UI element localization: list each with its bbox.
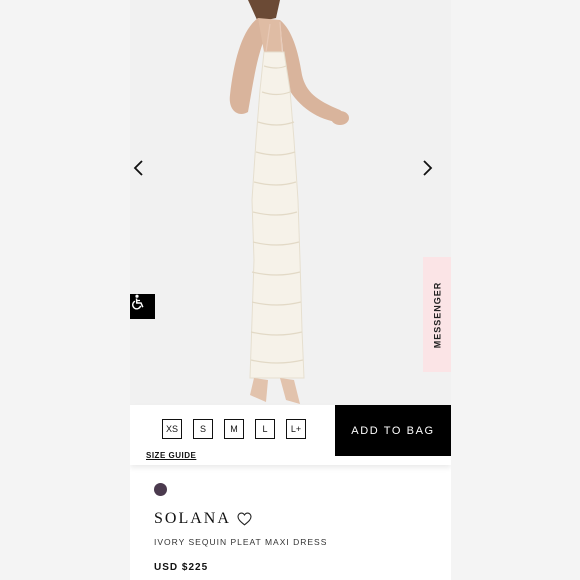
size-guide-link[interactable]: SIZE GUIDE [146, 451, 196, 460]
product-subtitle: IVORY SEQUIN PLEAT MAXI DRESS [154, 537, 328, 547]
chevron-left-icon [133, 160, 143, 176]
messenger-tab[interactable]: MESSENGER [423, 257, 451, 372]
size-option-s[interactable]: S [193, 419, 213, 439]
color-swatch[interactable] [154, 483, 167, 496]
size-selector: XS S M L L+ [162, 419, 306, 439]
accessibility-button[interactable] [130, 294, 155, 319]
size-option-m[interactable]: M [224, 419, 244, 439]
size-option-l[interactable]: L [255, 419, 275, 439]
add-to-bag-button[interactable]: ADD TO BAG [335, 405, 451, 456]
product-image: MESSENGER [130, 0, 451, 405]
left-backdrop [0, 0, 130, 580]
prev-image-button[interactable] [133, 160, 159, 188]
product-title-row: SOLANA [154, 510, 253, 528]
product-page: MESSENGER XS S M L L+ SIZE GUIDE ADD TO … [130, 0, 451, 580]
product-price: USD $225 [154, 562, 209, 573]
product-name: SOLANA [154, 510, 231, 527]
right-backdrop [451, 0, 580, 580]
size-option-l-plus[interactable]: L+ [286, 419, 306, 439]
heart-icon [237, 512, 252, 526]
wishlist-button[interactable] [237, 511, 253, 527]
size-option-xs[interactable]: XS [162, 419, 182, 439]
chevron-right-icon [423, 160, 433, 176]
next-image-button[interactable] [421, 160, 447, 188]
product-photo [130, 0, 451, 405]
purchase-bar: XS S M L L+ SIZE GUIDE ADD TO BAG [130, 405, 451, 465]
wheelchair-icon [132, 294, 144, 310]
messenger-label: MESSENGER [432, 281, 443, 348]
